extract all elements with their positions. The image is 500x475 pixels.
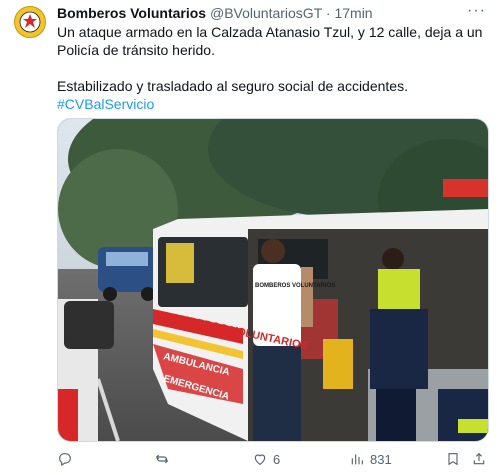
hashtag-link[interactable]: #CVBalServicio bbox=[57, 96, 154, 112]
reply-icon bbox=[59, 453, 71, 467]
tweet-text-line: Un ataque armado en la Calzada Atanasio … bbox=[57, 24, 483, 58]
avatar[interactable] bbox=[14, 6, 46, 38]
like-count: 6 bbox=[273, 451, 281, 467]
tweet-text: Un ataque armado en la Calzada Atanasio … bbox=[57, 23, 487, 113]
reply-button[interactable] bbox=[57, 448, 78, 470]
tweet-text-line: Estabilizado y trasladado al seguro soci… bbox=[57, 78, 408, 94]
share-button[interactable] bbox=[471, 448, 487, 470]
tweet-photo[interactable]: BOMBEROS VOLUNTARIOS AMBULANCIA EMERGENC… bbox=[57, 118, 489, 442]
share-icon bbox=[473, 452, 485, 465]
more-options-icon[interactable]: ··· bbox=[467, 2, 486, 20]
retweet-icon bbox=[155, 454, 169, 464]
display-name[interactable]: Bomberos Voluntarios bbox=[57, 5, 206, 21]
tweet[interactable]: Bomberos Voluntarios @BVoluntariosGT · 1… bbox=[0, 0, 500, 475]
views-icon bbox=[351, 454, 363, 465]
bookmark-button[interactable] bbox=[445, 448, 461, 470]
separator-dot: · bbox=[325, 5, 331, 21]
bomberos-logo-icon bbox=[16, 8, 44, 36]
views-count: 831 bbox=[370, 451, 392, 467]
user-handle[interactable]: @BVoluntariosGT bbox=[210, 5, 322, 21]
ambulance-photo: BOMBEROS VOLUNTARIOS AMBULANCIA EMERGENC… bbox=[58, 119, 488, 441]
timestamp[interactable]: 17min bbox=[334, 5, 372, 21]
heart-icon bbox=[254, 454, 266, 466]
tweet-header: Bomberos Voluntarios @BVoluntariosGT · 1… bbox=[57, 5, 373, 21]
bookmark-icon bbox=[448, 453, 458, 466]
tweet-actions: 6 831 bbox=[57, 448, 487, 470]
views-button[interactable]: 831 bbox=[349, 448, 392, 470]
retweet-button[interactable] bbox=[154, 448, 175, 470]
like-button[interactable]: 6 bbox=[252, 448, 280, 470]
vest-lettering: BOMBEROS VOLUNTARIOS bbox=[255, 283, 335, 289]
